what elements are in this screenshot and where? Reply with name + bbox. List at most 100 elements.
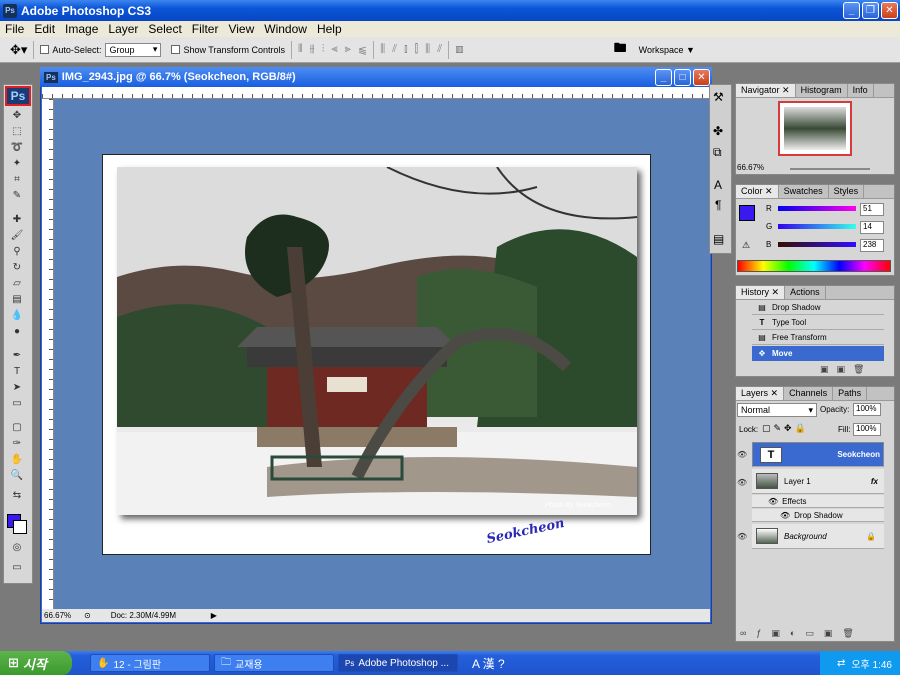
tab-navigator[interactable]: Navigator ✕ bbox=[736, 84, 796, 97]
history-item[interactable]: ▤ Drop Shadow bbox=[752, 300, 884, 315]
blend-mode-dropdown[interactable]: Normal ▾ bbox=[737, 403, 817, 417]
restore-button[interactable]: ❐ bbox=[862, 2, 879, 19]
b-slider[interactable] bbox=[778, 242, 856, 247]
pen-tool-icon[interactable]: ✒ bbox=[7, 348, 27, 362]
bridge-icon[interactable]: 🖿 bbox=[614, 39, 627, 61]
magic-wand-icon[interactable]: ✦ bbox=[7, 156, 27, 170]
auto-align-icon[interactable]: ▥ bbox=[455, 44, 464, 55]
eyedropper-icon[interactable]: ✑ bbox=[7, 436, 27, 450]
dodge-tool-icon[interactable]: ● bbox=[7, 324, 27, 338]
distribute-buttons[interactable]: ⫼ ⫽ ⫾ ⫿ ⫼ ⫽ bbox=[380, 43, 442, 56]
doc-maximize-button[interactable]: □ bbox=[674, 69, 691, 86]
auto-select-dropdown[interactable]: Group ▾ bbox=[105, 42, 162, 57]
brush-tool-icon[interactable]: 🖌 bbox=[7, 228, 27, 242]
clock[interactable]: 오후 1:46 bbox=[851, 656, 892, 671]
ruler-vertical[interactable] bbox=[42, 99, 54, 609]
history-item-selected[interactable]: ✥ Move bbox=[752, 346, 884, 361]
navigator-zoom-slider[interactable] bbox=[790, 168, 870, 170]
gradient-tool-icon[interactable]: ▤ bbox=[7, 292, 27, 306]
r-slider[interactable] bbox=[778, 206, 856, 211]
tab-styles[interactable]: Styles bbox=[829, 185, 865, 198]
clone-source-icon[interactable]: ⧉ bbox=[713, 145, 722, 160]
effects-row[interactable]: 👁 Effects bbox=[752, 495, 884, 508]
workspace-button[interactable]: Workspace ▼ bbox=[639, 45, 695, 55]
navigator-thumbnail[interactable] bbox=[778, 101, 852, 156]
effects-eye-icon[interactable]: 👁 bbox=[768, 497, 778, 506]
clone-stamp-icon[interactable]: ⚲ bbox=[7, 244, 27, 258]
menu-window[interactable]: Window bbox=[259, 22, 312, 36]
status-menu-arrow[interactable]: ▶ bbox=[211, 611, 217, 620]
g-value[interactable]: 14 bbox=[860, 221, 884, 234]
tab-color[interactable]: Color ✕ bbox=[736, 185, 779, 198]
tab-paths[interactable]: Paths bbox=[833, 387, 868, 400]
opacity-value[interactable]: 100% bbox=[853, 403, 881, 416]
menu-layer[interactable]: Layer bbox=[103, 22, 143, 36]
brushes-icon[interactable]: ✤ bbox=[713, 124, 723, 138]
doc-minimize-button[interactable]: _ bbox=[655, 69, 672, 86]
slice-tool-icon[interactable]: ✎ bbox=[7, 188, 27, 202]
layer-row-layer1[interactable]: Layer 1 fx bbox=[752, 469, 884, 494]
tab-channels[interactable]: Channels bbox=[784, 387, 834, 400]
shape-tool-icon[interactable]: ▭ bbox=[7, 396, 27, 410]
start-button[interactable]: ⊞ 시작 bbox=[0, 651, 72, 675]
tab-actions[interactable]: Actions bbox=[785, 286, 826, 299]
type-tool-icon[interactable]: T bbox=[7, 364, 27, 378]
menu-image[interactable]: Image bbox=[60, 22, 103, 36]
menu-file[interactable]: File bbox=[0, 22, 29, 36]
b-value[interactable]: 238 bbox=[860, 239, 884, 252]
layer-row-background[interactable]: Background 🔒 bbox=[752, 524, 884, 549]
eye-icon[interactable]: 👁 bbox=[737, 532, 749, 541]
history-brush-icon[interactable]: ↻ bbox=[7, 260, 27, 274]
drop-shadow-row[interactable]: 👁 Drop Shadow bbox=[752, 509, 884, 522]
close-button[interactable]: ✕ bbox=[881, 2, 898, 19]
tab-layers[interactable]: Layers ✕ bbox=[736, 387, 785, 400]
blur-tool-icon[interactable]: 💧 bbox=[7, 308, 27, 322]
ime-icon[interactable]: A 漢 ? bbox=[472, 655, 505, 672]
navigator-zoom[interactable]: 66.67% bbox=[737, 163, 764, 172]
menu-edit[interactable]: Edit bbox=[29, 22, 60, 36]
fx-badge[interactable]: fx bbox=[871, 477, 878, 486]
align-buttons[interactable]: ⫴ ⫵ ⫶ ⫷ ⫸ ⫹ bbox=[298, 43, 367, 56]
tool-presets-icon[interactable]: ⚒ bbox=[713, 90, 724, 104]
color-spectrum[interactable] bbox=[737, 260, 891, 272]
paragraph-icon[interactable]: ¶ bbox=[715, 198, 721, 212]
layer-comps-icon[interactable]: ▤ bbox=[713, 232, 724, 246]
swap-colors-icon[interactable]: ⇆ bbox=[7, 488, 27, 502]
r-value[interactable]: 51 bbox=[860, 203, 884, 216]
menu-view[interactable]: View bbox=[223, 22, 259, 36]
fill-value[interactable]: 100% bbox=[853, 423, 881, 436]
tab-swatches[interactable]: Swatches bbox=[779, 185, 829, 198]
marquee-tool-icon[interactable]: ⬚ bbox=[7, 124, 27, 138]
move-tool-icon[interactable]: ✥ bbox=[7, 108, 27, 122]
menu-help[interactable]: Help bbox=[312, 22, 347, 36]
taskbar-item-photoshop[interactable]: Ps Adobe Photoshop ... bbox=[338, 654, 458, 672]
taskbar-item-paint[interactable]: ✋ 12 - 그림판 bbox=[90, 654, 210, 672]
eye-icon[interactable]: 👁 bbox=[737, 478, 749, 487]
layers-footer-buttons[interactable]: ∞ƒ▣◐▭▣🗑 bbox=[740, 628, 864, 639]
g-slider[interactable] bbox=[778, 224, 856, 229]
network-icon[interactable]: ⇄ bbox=[837, 658, 845, 669]
eraser-tool-icon[interactable]: ▱ bbox=[7, 276, 27, 290]
status-zoom[interactable]: 66.67% bbox=[44, 611, 80, 620]
menu-select[interactable]: Select bbox=[143, 22, 186, 36]
taskbar-item-folder[interactable]: 🗀 교재용 bbox=[214, 654, 334, 672]
color-foreground-swatch[interactable] bbox=[739, 205, 755, 221]
doc-close-button[interactable]: ✕ bbox=[693, 69, 710, 86]
notes-tool-icon[interactable]: ▢ bbox=[7, 420, 27, 434]
zoom-tool-icon[interactable]: 🔍 bbox=[7, 468, 27, 482]
drop-shadow-eye-icon[interactable]: 👁 bbox=[780, 511, 790, 520]
photoshop-logo[interactable]: Ps bbox=[5, 86, 31, 106]
history-item[interactable]: T Type Tool bbox=[752, 315, 884, 330]
show-transform-checkbox[interactable] bbox=[171, 45, 181, 54]
screen-mode-icon[interactable]: ▭ bbox=[7, 560, 27, 574]
eye-icon[interactable]: 👁 bbox=[737, 450, 749, 459]
hand-tool-icon[interactable]: ✋ bbox=[7, 452, 27, 466]
warning-icon[interactable]: ⚠ bbox=[742, 240, 750, 251]
character-icon[interactable]: A bbox=[714, 178, 722, 192]
auto-select-checkbox[interactable] bbox=[40, 45, 50, 54]
tab-info[interactable]: Info bbox=[848, 84, 874, 97]
tab-histogram[interactable]: Histogram bbox=[796, 84, 848, 97]
history-footer-buttons[interactable]: ▣▣🗑 bbox=[820, 364, 872, 375]
background-color[interactable] bbox=[13, 520, 27, 534]
lasso-tool-icon[interactable]: ➰ bbox=[7, 140, 27, 154]
